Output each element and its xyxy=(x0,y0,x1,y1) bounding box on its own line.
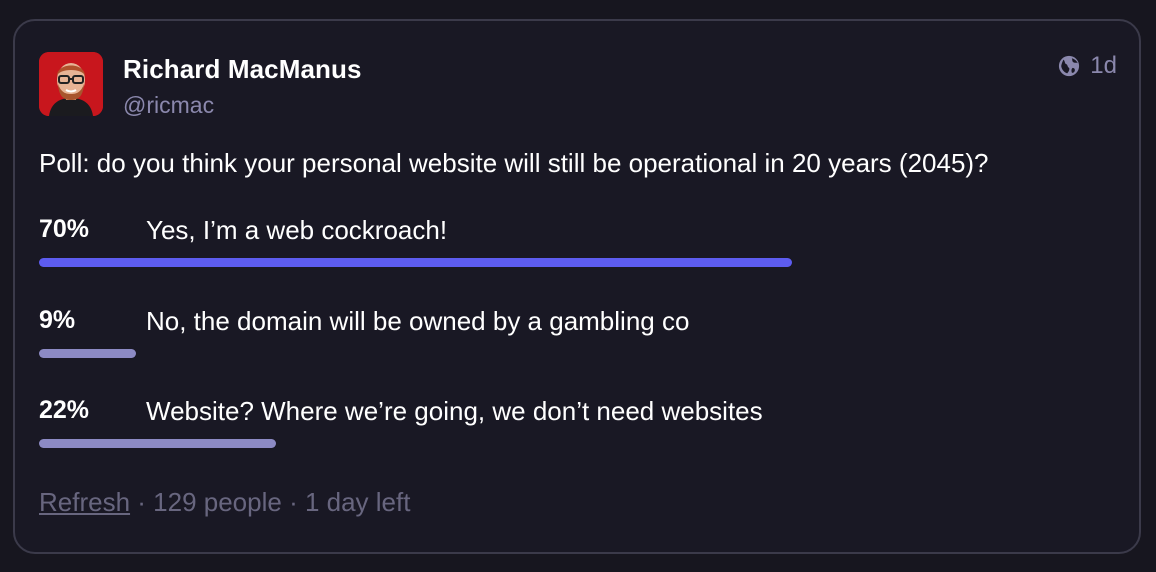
poll-option-percent: 22% xyxy=(39,396,90,424)
poll-option-label: Yes, I’m a web cockroach! xyxy=(146,215,448,245)
footer-separator: · xyxy=(130,487,154,517)
poll-footer: Refresh · 129 people · 1 day left xyxy=(39,487,410,518)
status-meta: 1d xyxy=(1058,52,1117,80)
globe-icon xyxy=(1058,55,1080,77)
poll-option-bar xyxy=(39,258,792,267)
author-display-name[interactable]: Richard MacManus xyxy=(123,54,362,85)
poll-time-left: 1 day left xyxy=(304,487,411,517)
status-card: Richard MacManus @ricmac 1d Poll: do you… xyxy=(13,19,1141,554)
author-handle[interactable]: @ricmac xyxy=(123,92,214,119)
footer-separator: · xyxy=(281,487,305,517)
poll-option-percent: 9% xyxy=(39,306,76,334)
avatar[interactable] xyxy=(39,52,103,116)
relative-time[interactable]: 1d xyxy=(1090,52,1117,80)
poll-option-bar xyxy=(39,439,276,448)
poll-option-percent: 70% xyxy=(39,215,90,243)
poll-option-label: No, the domain will be owned by a gambli… xyxy=(146,306,690,336)
avatar-photo xyxy=(39,52,103,116)
status-text: Poll: do you think your personal website… xyxy=(39,148,989,178)
poll-voter-count: 129 people xyxy=(153,487,282,517)
poll-option-label: Website? Where we’re going, we don’t nee… xyxy=(146,396,763,426)
poll-option-bar xyxy=(39,349,136,358)
refresh-link[interactable]: Refresh xyxy=(39,487,130,517)
